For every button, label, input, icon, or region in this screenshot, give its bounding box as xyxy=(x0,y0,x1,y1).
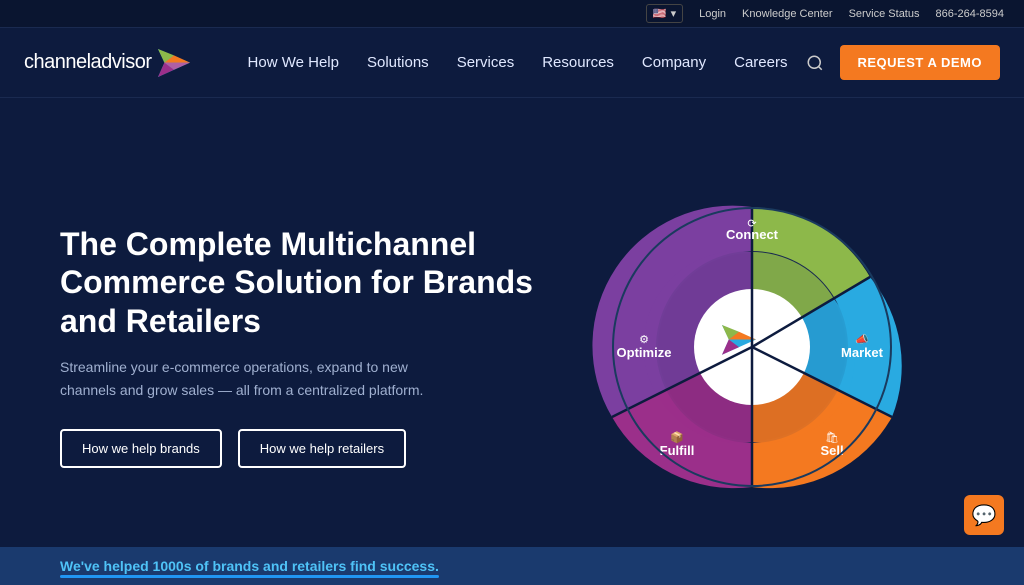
knowledge-center-link[interactable]: Knowledge Center xyxy=(742,8,833,20)
svg-text:📣: 📣 xyxy=(855,333,869,346)
nav-link-resources[interactable]: Resources xyxy=(542,54,614,71)
main-navbar: channeladvisor How We Help Solutions Ser… xyxy=(0,28,1024,98)
dropdown-arrow: ▾ xyxy=(671,7,677,20)
logo-text: channeladvisor xyxy=(24,51,152,74)
chat-button[interactable]: 💬 xyxy=(964,495,1004,535)
help-retailers-button[interactable]: How we help retailers xyxy=(238,429,406,468)
hero-subtitle: Streamline your e-commerce operations, e… xyxy=(60,356,460,401)
hero-buttons: How we help brands How we help retailers xyxy=(60,429,540,468)
hero-left: The Complete Multichannel Commerce Solut… xyxy=(60,225,540,468)
wheel-svg: Connect ⟳ Market 📣 Sell 🛍 Fulfill 📦 Opti… xyxy=(582,177,922,517)
phone-number: 866-264-8594 xyxy=(935,8,1004,20)
login-link[interactable]: Login xyxy=(699,8,726,20)
service-status-link[interactable]: Service Status xyxy=(849,8,920,20)
svg-text:⟳: ⟳ xyxy=(747,218,756,230)
nav-link-company[interactable]: Company xyxy=(642,54,706,71)
nav-links: How We Help Solutions Services Resources… xyxy=(230,54,806,71)
hero-section: The Complete Multichannel Commerce Solut… xyxy=(0,98,1024,585)
nav-right: REQUEST A DEMO xyxy=(806,45,1001,80)
logo[interactable]: channeladvisor xyxy=(24,49,190,77)
language-selector[interactable]: 🇺🇸 ▾ xyxy=(646,4,683,23)
utility-bar: 🇺🇸 ▾ Login Knowledge Center Service Stat… xyxy=(0,0,1024,28)
svg-text:🛍: 🛍 xyxy=(825,431,839,444)
bottom-bar-text: We've helped 1000s of brands and retaile… xyxy=(60,558,439,574)
svg-text:⚙: ⚙ xyxy=(639,334,649,346)
request-demo-button[interactable]: REQUEST A DEMO xyxy=(840,45,1001,80)
hero-right: Connect ⟳ Market 📣 Sell 🛍 Fulfill 📦 Opti… xyxy=(540,177,964,517)
nav-link-careers[interactable]: Careers xyxy=(734,54,787,71)
logo-icon xyxy=(158,49,190,77)
svg-text:Optimize: Optimize xyxy=(617,345,672,360)
help-brands-button[interactable]: How we help brands xyxy=(60,429,222,468)
chat-icon: 💬 xyxy=(972,503,997,528)
nav-link-solutions[interactable]: Solutions xyxy=(367,54,429,71)
wheel-diagram: Connect ⟳ Market 📣 Sell 🛍 Fulfill 📦 Opti… xyxy=(582,177,922,517)
nav-link-how-we-help[interactable]: How We Help xyxy=(248,54,339,71)
svg-text:📦: 📦 xyxy=(670,431,684,444)
search-icon xyxy=(806,54,824,72)
hero-title: The Complete Multichannel Commerce Solut… xyxy=(60,225,540,340)
nav-link-services[interactable]: Services xyxy=(457,54,515,71)
search-button[interactable] xyxy=(806,54,824,72)
flag-icon: 🇺🇸 xyxy=(653,7,667,20)
bottom-bar: We've helped 1000s of brands and retaile… xyxy=(0,547,1024,585)
svg-text:Market: Market xyxy=(841,345,884,360)
